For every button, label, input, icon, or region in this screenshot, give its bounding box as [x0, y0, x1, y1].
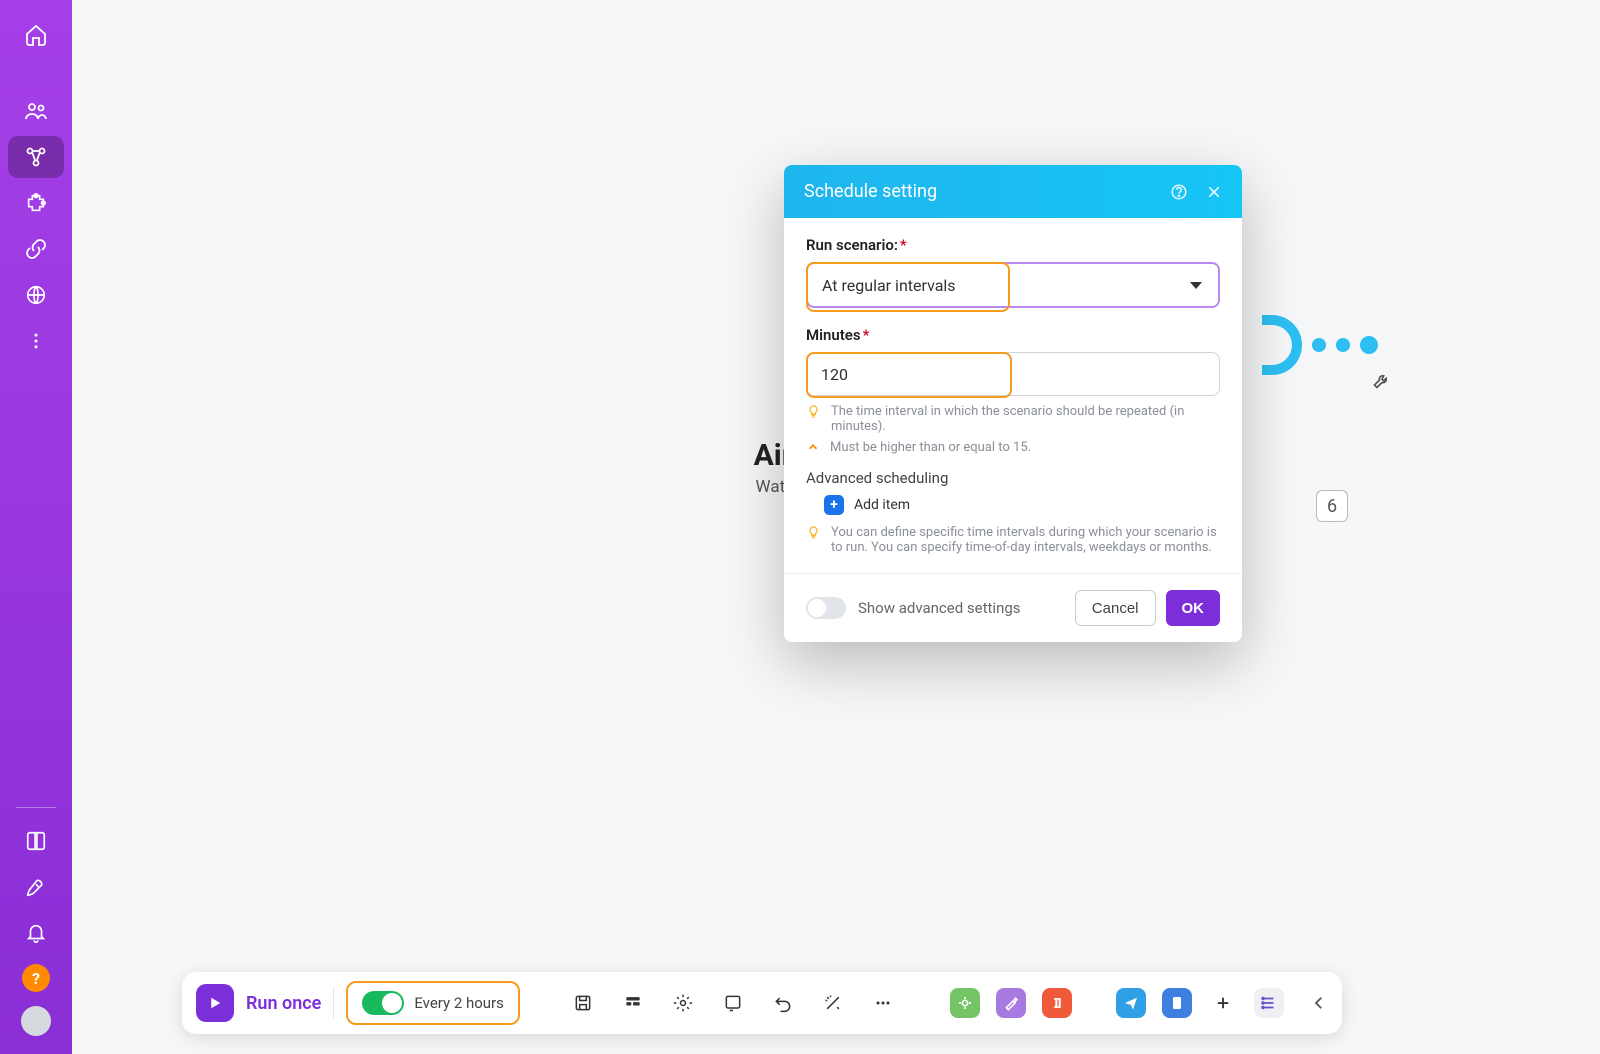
add-item-button[interactable]: + Add item: [824, 495, 1220, 515]
help-icon[interactable]: ?: [22, 964, 50, 992]
globe-icon[interactable]: [8, 274, 64, 316]
tool-purple[interactable]: [996, 988, 1026, 1018]
tool-send[interactable]: [1116, 988, 1146, 1018]
minutes-value: 120: [821, 365, 848, 384]
chevron-up-icon: [806, 440, 820, 454]
connector-dots: [1262, 315, 1378, 375]
magic-icon[interactable]: [820, 990, 846, 1016]
show-advanced-toggle[interactable]: [806, 597, 846, 619]
sidebar: ?: [0, 0, 72, 1054]
tool-list[interactable]: [1254, 988, 1284, 1018]
wrench-icon[interactable]: [1372, 370, 1392, 390]
save-icon[interactable]: [570, 990, 596, 1016]
note-icon[interactable]: [720, 990, 746, 1016]
modal-header: Schedule setting: [784, 165, 1242, 218]
chevron-down-icon: [1190, 282, 1202, 289]
show-advanced-label: Show advanced settings: [858, 599, 1075, 617]
bottom-toolbar: Run once Every 2 hours: [182, 972, 1342, 1034]
book-icon[interactable]: [8, 820, 64, 862]
run-scenario-select[interactable]: At regular intervals: [806, 262, 1220, 308]
ok-button[interactable]: OK: [1166, 590, 1221, 626]
more-icon[interactable]: [8, 320, 64, 362]
tool-green[interactable]: [950, 988, 980, 1018]
plus-icon: +: [824, 495, 844, 515]
scenario-toggle[interactable]: [362, 991, 404, 1015]
advanced-scheduling-title: Advanced scheduling: [806, 469, 1220, 487]
schedule-label: Every 2 hours: [414, 994, 504, 1012]
rocket-icon[interactable]: [8, 866, 64, 908]
run-scenario-value: At regular intervals: [822, 276, 956, 295]
bulb-icon: [806, 404, 821, 419]
align-icon[interactable]: [620, 990, 646, 1016]
minutes-hint: The time interval in which the scenario …: [806, 404, 1220, 434]
add-item-label: Add item: [854, 497, 910, 513]
schedule-modal: Schedule setting Run scenario:* At regul…: [784, 165, 1242, 642]
schedule-pill[interactable]: Every 2 hours: [346, 981, 520, 1025]
add-module-icon[interactable]: [1208, 988, 1238, 1018]
more-icon[interactable]: [870, 990, 896, 1016]
play-icon: [196, 984, 234, 1022]
modal-footer: Show advanced settings Cancel OK: [784, 573, 1242, 642]
node-index-badge: 6: [1316, 490, 1348, 522]
team-icon[interactable]: [8, 90, 64, 132]
tool-doc[interactable]: [1162, 988, 1192, 1018]
avatar[interactable]: [21, 1006, 51, 1036]
scenarios-icon[interactable]: [8, 136, 64, 178]
gear-icon[interactable]: [670, 990, 696, 1016]
minutes-rule: Must be higher than or equal to 15.: [806, 440, 1220, 455]
minutes-label: Minutes*: [806, 326, 1220, 344]
link-icon[interactable]: [8, 228, 64, 270]
tool-red[interactable]: [1042, 988, 1072, 1018]
puzzle-icon[interactable]: [8, 182, 64, 224]
scenario-canvas[interactable]: AAirtableAirtable peeking out both sides…: [72, 0, 1600, 1054]
bell-icon[interactable]: [8, 912, 64, 954]
run-scenario-label: Run scenario:*: [806, 236, 1220, 254]
run-once-button[interactable]: Run once: [196, 984, 321, 1022]
minutes-input[interactable]: 120: [806, 352, 1220, 396]
chevron-left-icon[interactable]: [1310, 994, 1328, 1012]
cancel-button[interactable]: Cancel: [1075, 590, 1156, 626]
run-once-label: Run once: [246, 993, 321, 1014]
close-icon[interactable]: [1206, 184, 1222, 200]
help-icon[interactable]: [1170, 183, 1188, 201]
advanced-hint: You can define specific time intervals d…: [806, 525, 1220, 555]
undo-icon[interactable]: [770, 990, 796, 1016]
home-icon[interactable]: [8, 14, 64, 56]
bulb-icon: [806, 525, 821, 540]
modal-title: Schedule setting: [804, 181, 937, 202]
